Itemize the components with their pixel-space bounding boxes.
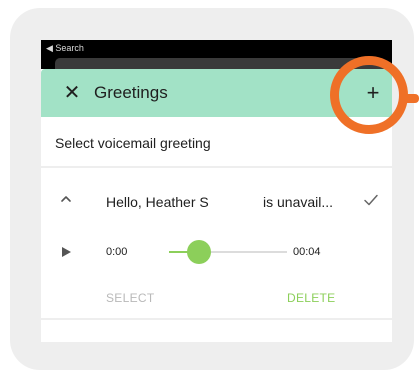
select-button[interactable]: SELECT [106, 290, 154, 306]
greeting-name: Hello, Heather S [106, 194, 209, 210]
status-bar: ◀ Search [41, 40, 392, 70]
current-time: 0:00 [106, 246, 128, 258]
page-title: Greetings [94, 83, 168, 102]
divider [41, 318, 392, 320]
highlight-circle [330, 56, 408, 134]
greeting-status: is unavail... [263, 194, 334, 210]
check-icon [364, 194, 378, 206]
back-to-search-link[interactable]: ◀ Search [46, 43, 84, 53]
delete-button[interactable]: DELETE [287, 290, 335, 306]
highlight-pointer [404, 94, 419, 103]
close-button[interactable]: ✕ [59, 80, 85, 106]
chevron-up-icon[interactable] [59, 192, 73, 206]
play-icon[interactable] [59, 245, 73, 259]
slider-thumb[interactable] [186, 240, 211, 264]
playback-slider[interactable] [169, 238, 287, 266]
total-time: 00:04 [293, 246, 321, 258]
divider [41, 166, 392, 168]
section-subtitle: Select voicemail greeting [55, 135, 211, 151]
